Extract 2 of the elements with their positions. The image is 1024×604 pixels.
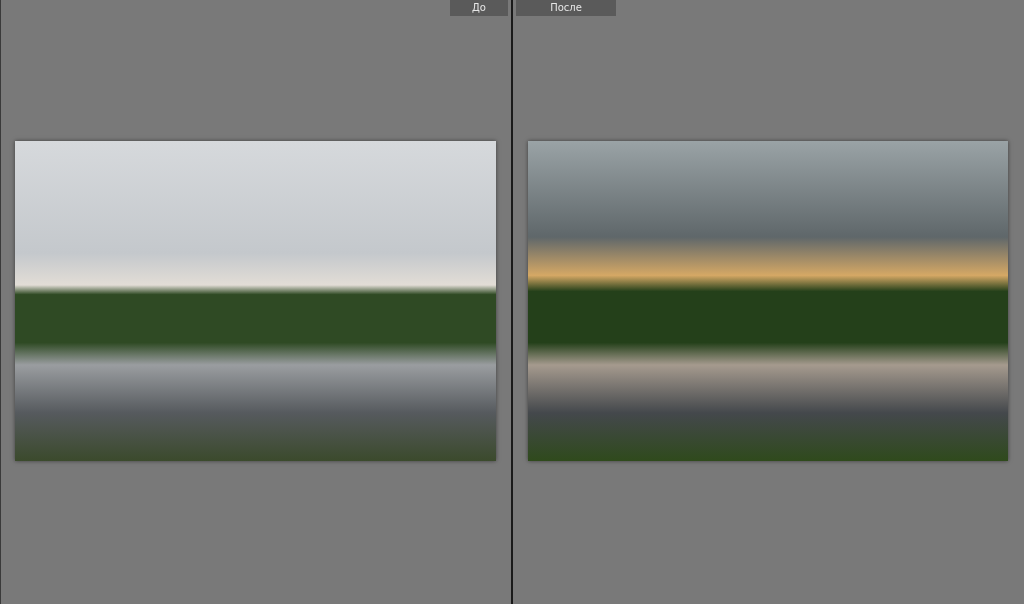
view-label: После: [516, 0, 616, 16]
view-label: До: [450, 0, 508, 16]
